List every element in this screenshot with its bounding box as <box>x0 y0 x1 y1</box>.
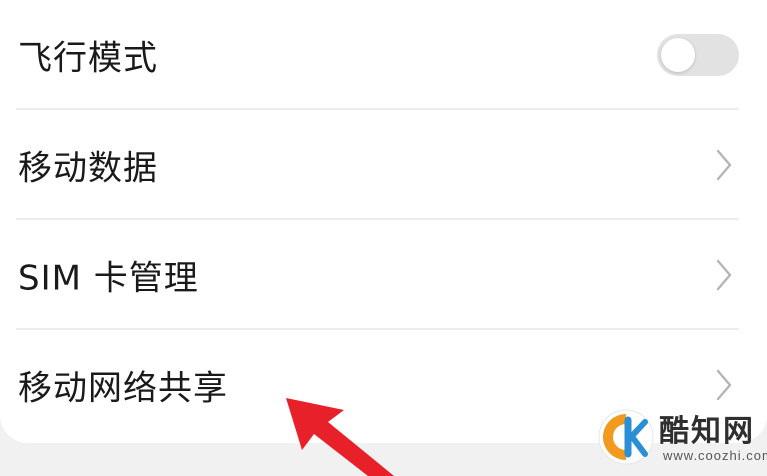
chevron-right-icon <box>716 259 732 291</box>
watermark: 酷知网 www.coozhi.com <box>597 404 767 470</box>
settings-item-sim-management[interactable]: SIM 卡管理 <box>0 220 767 330</box>
settings-item-label: 移动数据 <box>18 148 158 189</box>
settings-item-mobile-data[interactable]: 移动数据 <box>0 110 767 220</box>
settings-item-label: 移动网络共享 <box>18 368 228 409</box>
coozhi-logo-icon <box>598 409 654 465</box>
chevron-right-icon <box>716 149 732 181</box>
settings-item-airplane-mode[interactable]: 飞行模式 <box>0 0 767 110</box>
red-arrow-pointer-icon <box>286 398 394 476</box>
toggle-knob <box>661 38 695 72</box>
settings-card: 飞行模式 移动数据 SIM 卡管理 移动网络共享 <box>0 0 767 443</box>
settings-screen: 飞行模式 移动数据 SIM 卡管理 移动网络共享 酷知网 www.coozhi.… <box>0 0 767 476</box>
settings-item-label: 飞行模式 <box>18 38 158 79</box>
watermark-url: www.coozhi.com <box>663 448 767 463</box>
chevron-right-icon <box>716 369 732 401</box>
airplane-mode-toggle[interactable] <box>657 34 739 76</box>
watermark-name: 酷知网 <box>659 414 755 449</box>
settings-item-label: SIM 卡管理 <box>18 258 199 299</box>
